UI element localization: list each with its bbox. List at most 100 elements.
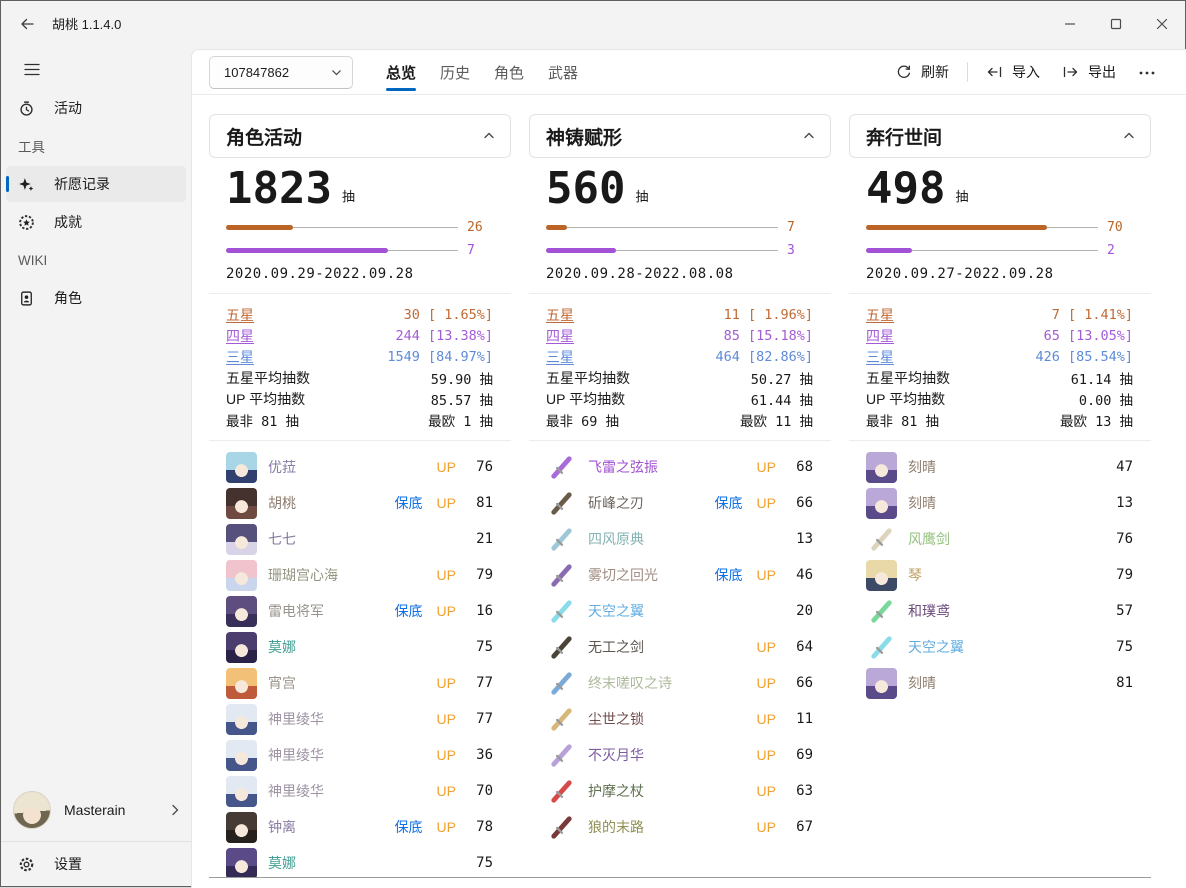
close-button[interactable] <box>1139 1 1185 46</box>
item-name: 神里绫华 <box>268 709 437 729</box>
weapon-icon <box>546 488 577 519</box>
item-name: 钟离 <box>268 817 395 837</box>
import-icon <box>986 64 1003 80</box>
character-avatar <box>226 704 257 735</box>
more-options-button[interactable] <box>1127 59 1167 85</box>
refresh-button[interactable]: 刷新 <box>885 56 960 88</box>
item-name: 莫娜 <box>268 637 471 657</box>
gacha-item-row: 刻晴47 <box>866 449 1133 485</box>
pity-guarantee-badge: 保底 <box>715 493 743 513</box>
four-star-pity-bar: 3 <box>546 243 813 257</box>
item-name: 护摩之杖 <box>588 781 757 801</box>
character-avatar <box>226 596 257 627</box>
star-stat-row: 三星426 [85.54%] <box>866 346 1133 367</box>
banner-header[interactable]: 角色活动 <box>209 114 511 158</box>
up-badge: UP <box>437 495 456 511</box>
gacha-item-row: 莫娜75 <box>226 845 493 877</box>
average-label: UP 平均抽数 <box>546 389 625 409</box>
character-avatar <box>866 452 897 483</box>
average-value: 50.27 抽 <box>751 368 813 388</box>
average-label: 五星平均抽数 <box>546 368 630 388</box>
item-name: 无工之剑 <box>588 637 757 657</box>
banner-header[interactable]: 神铸赋形 <box>529 114 831 158</box>
hamburger-icon <box>24 63 40 76</box>
sidebar-item-label: 祈愿记录 <box>54 174 110 194</box>
five-star-pity-bar: 7 <box>546 220 813 234</box>
banner-summary: 560抽732020.09.28-2022.08.08 <box>529 158 831 294</box>
back-button[interactable] <box>10 9 44 39</box>
weapon-icon <box>546 524 577 555</box>
star-stat-row: 三星 1549 [84.97%] <box>226 346 493 367</box>
export-button[interactable]: 导出 <box>1051 56 1127 88</box>
up-badge: UP <box>437 603 456 619</box>
maximize-button[interactable] <box>1093 1 1139 46</box>
star-count-value: 1549 [84.97%] <box>387 349 493 365</box>
toolbar-actions: 刷新 导入 导出 <box>885 56 1167 88</box>
total-pulls: 560抽 <box>546 166 813 212</box>
star-count-value: 30 [ 1.65%] <box>404 307 493 323</box>
tab-overview[interactable]: 总览 <box>374 50 428 94</box>
up-badge: UP <box>757 675 776 691</box>
uid-selector[interactable]: 107847862 <box>209 56 353 89</box>
user-account-row[interactable]: Masterain <box>1 779 191 841</box>
page-toolbar: 107847862 总览 历史 角色 武器 刷新 导入 <box>192 50 1186 95</box>
item-name: 神里绫华 <box>268 781 437 801</box>
item-name: 珊瑚宫心海 <box>268 565 437 585</box>
gacha-item-row: 珊瑚宫心海UP79 <box>226 557 493 593</box>
collapse-chevron-up-icon <box>483 130 495 142</box>
minmax-row: 最非 69 抽最欧 11 抽 <box>546 409 813 430</box>
close-icon <box>1155 17 1169 31</box>
character-avatar <box>226 560 257 591</box>
import-label: 导入 <box>1012 62 1040 82</box>
star-label: 四星 <box>866 326 894 346</box>
average-value: 85.57 抽 <box>431 389 493 409</box>
minmax-row: 最非 81 抽最欧 1 抽 <box>226 409 493 430</box>
pull-count: 20 <box>791 603 813 619</box>
minimize-button[interactable] <box>1047 1 1093 46</box>
pity-bar-fill <box>226 225 293 230</box>
gacha-item-row: 斫峰之刃保底UP66 <box>546 485 813 521</box>
gacha-item-row: 神里绫华UP70 <box>226 773 493 809</box>
sidebar-item-characters-wiki[interactable]: 角色 <box>6 280 186 316</box>
average-label: 五星平均抽数 <box>866 368 950 388</box>
up-badge: UP <box>757 567 776 583</box>
pull-count: 47 <box>1111 459 1133 475</box>
maximize-icon <box>1109 17 1123 31</box>
star-label: 三星 <box>226 347 254 367</box>
gacha-item-row: 和璞鸢57 <box>866 593 1133 629</box>
sidebar-section-tools: 工具 <box>6 128 186 164</box>
star-label: 五星 <box>866 305 894 325</box>
tab-history[interactable]: 历史 <box>428 50 482 94</box>
activity-icon <box>18 100 35 117</box>
tab-character[interactable]: 角色 <box>482 50 536 94</box>
gacha-item-row: 四风原典13 <box>546 521 813 557</box>
pity-bar-value: 70 <box>1107 220 1133 235</box>
import-button[interactable]: 导入 <box>975 56 1051 88</box>
toolbar-separator <box>967 62 968 82</box>
sidebar: 活动 工具 祈愿记录 成就 WIKI 角色 Masterain 设置 <box>1 46 191 886</box>
export-icon <box>1062 64 1079 80</box>
sidebar-item-achievements[interactable]: 成就 <box>6 204 186 240</box>
window-controls <box>1047 1 1185 46</box>
pull-count: 13 <box>791 531 813 547</box>
sidebar-item-wish-records[interactable]: 祈愿记录 <box>6 166 186 202</box>
up-badge: UP <box>437 675 456 691</box>
banner-header[interactable]: 奔行世间 <box>849 114 1151 158</box>
tab-weapon[interactable]: 武器 <box>536 50 590 94</box>
gacha-item-row: 狼的末路UP67 <box>546 809 813 845</box>
item-name: 刻晴 <box>908 493 1111 513</box>
sidebar-item-settings[interactable]: 设置 <box>1 842 191 886</box>
up-badge: UP <box>437 459 456 475</box>
nav-menu-button[interactable] <box>13 52 51 86</box>
pull-count: 21 <box>471 531 493 547</box>
average-value: 59.90 抽 <box>431 368 493 388</box>
sidebar-item-activity[interactable]: 活动 <box>6 90 186 126</box>
pull-count: 63 <box>791 783 813 799</box>
star-stat-row: 四星244 [13.38%] <box>226 325 493 346</box>
banner-card: 奔行世间498抽7022020.09.27-2022.09.28五星7 [ 1.… <box>849 114 1151 877</box>
pull-count: 66 <box>791 675 813 691</box>
gacha-page: 107847862 总览 历史 角色 武器 刷新 导入 <box>191 49 1186 888</box>
star-label: 五星 <box>546 305 574 325</box>
star-count-value: 85 [15.18%] <box>724 328 813 344</box>
pity-bar-track <box>866 248 1098 253</box>
